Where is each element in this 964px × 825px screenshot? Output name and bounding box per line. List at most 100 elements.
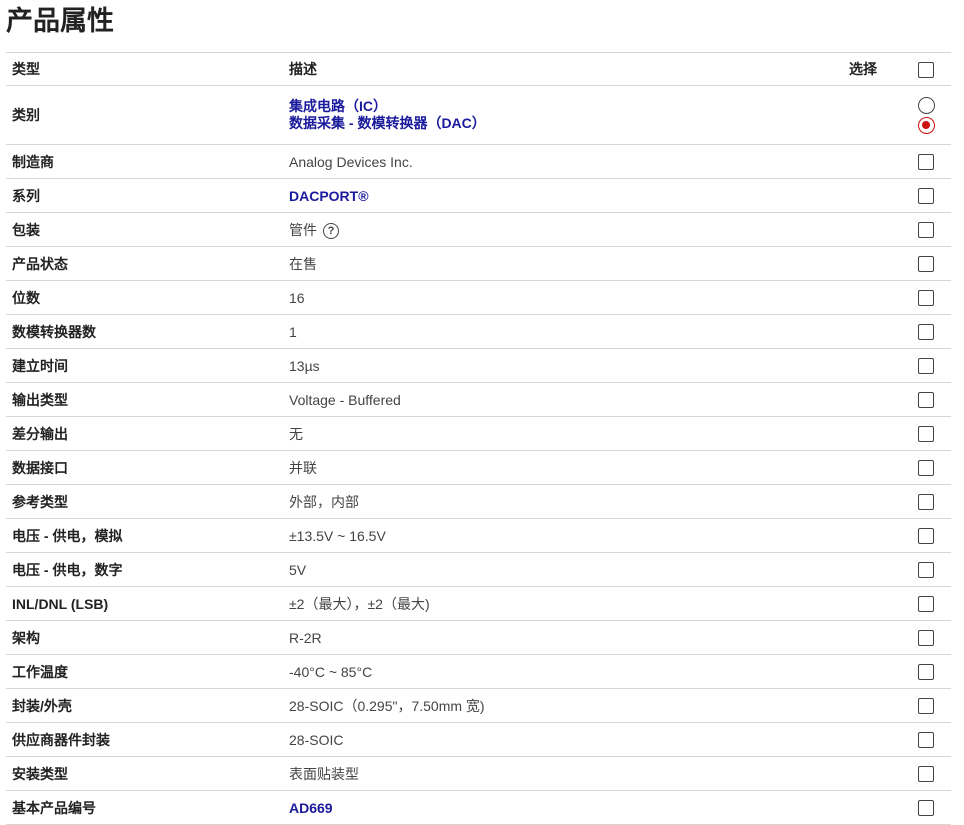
category-link[interactable]: 数据采集 - 数模转换器（DAC）: [289, 115, 837, 132]
select-cell: [901, 586, 951, 621]
table-row: 电压 - 供电，数字 5V: [6, 552, 951, 587]
attribute-type: 位数: [6, 280, 283, 315]
spacer-cell: [843, 212, 901, 247]
row-checkbox[interactable]: [918, 358, 934, 375]
value-text: 16: [289, 289, 305, 306]
select-cell: [901, 450, 951, 485]
select-all-checkbox[interactable]: [918, 61, 934, 78]
help-icon[interactable]: ?: [323, 222, 339, 239]
value-text: 外部，内部: [289, 493, 359, 510]
select-cell: [901, 654, 951, 689]
attribute-value: 表面贴装型: [283, 756, 843, 791]
select-cell: [901, 688, 951, 723]
attribute-value[interactable]: DACPORT®: [283, 178, 843, 213]
attribute-type: 制造商: [6, 144, 283, 179]
value-link[interactable]: DACPORT®: [289, 188, 369, 204]
row-checkbox[interactable]: [918, 222, 934, 239]
attribute-type: 安装类型: [6, 756, 283, 791]
row-checkbox[interactable]: [918, 426, 934, 443]
attribute-type: 建立时间: [6, 348, 283, 383]
table-row: 封装/外壳 28-SOIC（0.295"，7.50mm 宽): [6, 688, 951, 723]
table-row: 产品状态 在售: [6, 246, 951, 281]
attribute-type: 参考类型: [6, 484, 283, 519]
select-all-cell: [901, 52, 951, 86]
attribute-value[interactable]: 集成电路（IC） 数据采集 - 数模转换器（DAC）: [283, 85, 843, 145]
attribute-value[interactable]: AD669: [283, 790, 843, 825]
table-row: 工作温度 -40°C ~ 85°C: [6, 654, 951, 689]
row-checkbox[interactable]: [918, 188, 934, 205]
spacer-cell: [843, 450, 901, 485]
page-title: 产品属性: [6, 6, 114, 37]
spacer-cell: [843, 144, 901, 179]
row-checkbox[interactable]: [918, 154, 934, 171]
row-checkbox[interactable]: [918, 256, 934, 273]
row-checkbox[interactable]: [918, 630, 934, 647]
attribute-value: Analog Devices Inc.: [283, 144, 843, 179]
header-type: 类型: [6, 52, 283, 86]
attribute-value: 外部，内部: [283, 484, 843, 519]
table-row: INL/DNL (LSB) ±2（最大），±2（最大): [6, 586, 951, 621]
spacer-cell: [843, 654, 901, 689]
table-row: 电压 - 供电，模拟 ±13.5V ~ 16.5V: [6, 518, 951, 553]
spacer-cell: [843, 382, 901, 417]
row-checkbox[interactable]: [918, 460, 934, 477]
select-cell: [901, 722, 951, 757]
row-checkbox[interactable]: [918, 800, 934, 817]
category-link[interactable]: 集成电路（IC）: [289, 98, 837, 115]
value-text: Voltage - Buffered: [289, 391, 401, 408]
attribute-value: 28-SOIC（0.295"，7.50mm 宽): [283, 688, 843, 723]
select-cell: [901, 144, 951, 179]
attribute-type: 差分输出: [6, 416, 283, 451]
value-text: 28-SOIC（0.295"，7.50mm 宽): [289, 697, 485, 714]
spacer-cell: [843, 552, 901, 587]
spacer-cell: [843, 178, 901, 213]
row-checkbox[interactable]: [918, 528, 934, 545]
attribute-type: 产品状态: [6, 246, 283, 281]
header-select: 选择: [843, 52, 901, 86]
category-radio-dac[interactable]: [917, 116, 935, 134]
table-row: 基本产品编号 AD669: [6, 790, 951, 825]
value-text: 并联: [289, 459, 317, 476]
row-checkbox[interactable]: [918, 596, 934, 613]
table-row: 建立时间 13µs: [6, 348, 951, 383]
value-text: 在售: [289, 255, 317, 272]
category-radio-ic[interactable]: [917, 96, 935, 114]
select-cell: [901, 552, 951, 587]
attribute-value: -40°C ~ 85°C: [283, 654, 843, 689]
attribute-type: 数模转换器数: [6, 314, 283, 349]
table-row: 系列 DACPORT®: [6, 178, 951, 213]
row-checkbox[interactable]: [918, 494, 934, 511]
select-cell: [901, 620, 951, 655]
table-row: 位数 16: [6, 280, 951, 315]
select-cell: [901, 178, 951, 213]
select-cell: [901, 85, 951, 145]
select-cell: [901, 348, 951, 383]
row-checkbox[interactable]: [918, 698, 934, 715]
table-row: 参考类型 外部，内部: [6, 484, 951, 519]
row-checkbox[interactable]: [918, 562, 934, 579]
value-text: 1: [289, 323, 297, 340]
row-checkbox[interactable]: [918, 664, 934, 681]
row-checkbox[interactable]: [918, 290, 934, 307]
table-row: 数据接口 并联: [6, 450, 951, 485]
attribute-value: ±2（最大），±2（最大): [283, 586, 843, 621]
spacer-cell: [843, 586, 901, 621]
value-text: R-2R: [289, 629, 322, 646]
value-text: ±13.5V ~ 16.5V: [289, 527, 386, 544]
table-row: 差分输出无: [6, 416, 951, 451]
select-cell: [901, 246, 951, 281]
row-checkbox[interactable]: [918, 766, 934, 783]
attribute-type: 系列: [6, 178, 283, 213]
row-checkbox[interactable]: [918, 324, 934, 341]
row-checkbox[interactable]: [918, 392, 934, 409]
row-checkbox[interactable]: [918, 732, 934, 749]
spacer-cell: [843, 756, 901, 791]
table-header-row: 类型 描述 选择: [6, 52, 951, 86]
attribute-value: 28-SOIC: [283, 722, 843, 757]
product-attributes-page: 产品属性 类型 描述 选择 类别 集成电路（IC） 数据采集 - 数模转换器（DAC…: [0, 0, 964, 825]
spacer-cell: [843, 416, 901, 451]
attribute-value: 在售: [283, 246, 843, 281]
spacer-cell: [843, 85, 901, 145]
value-link[interactable]: AD669: [289, 800, 333, 816]
attribute-type: 包装: [6, 212, 283, 247]
